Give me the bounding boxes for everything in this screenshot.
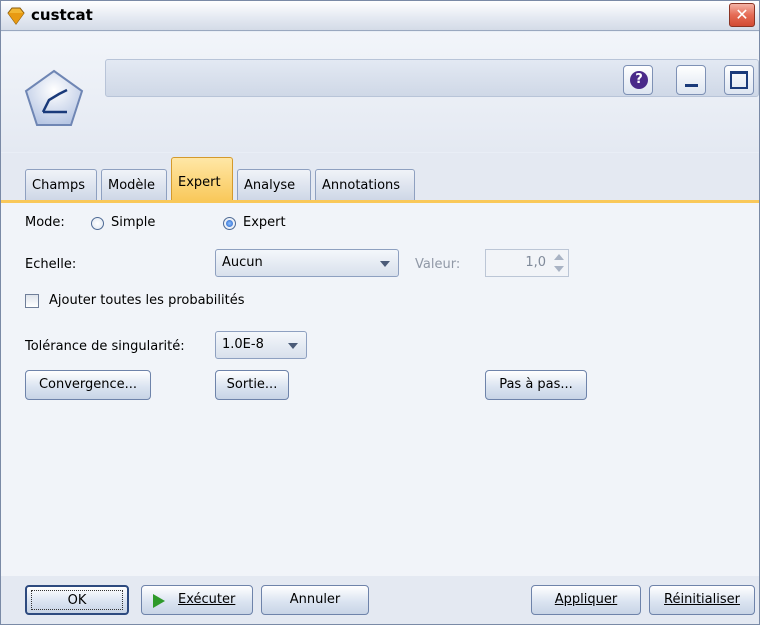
convergence-button[interactable]: Convergence... (25, 370, 151, 400)
minimize-icon (685, 84, 698, 87)
tab-expert[interactable]: Expert (171, 157, 233, 201)
value-spinner[interactable]: 1,0 (485, 249, 569, 277)
node-name-field[interactable] (105, 59, 759, 97)
tab-annotations[interactable]: Annotations (315, 169, 415, 201)
close-button[interactable]: ✕ (729, 3, 755, 27)
title-bar: custcat ✕ (1, 1, 759, 31)
spin-down-icon[interactable] (552, 263, 566, 275)
mode-expert-label: Expert (243, 215, 286, 230)
help-icon: ? (630, 71, 648, 89)
scale-label: Echelle: (25, 257, 77, 272)
ok-button[interactable]: OK (25, 585, 129, 615)
focus-ring (31, 590, 123, 610)
stepping-button[interactable]: Pas à pas... (485, 370, 587, 400)
node-header: ? (1, 32, 759, 152)
chevron-down-icon (288, 343, 298, 349)
singularity-label: Tolérance de singularité: (25, 339, 185, 354)
expert-panel: Mode: Simple Expert Echelle: Aucun Valeu… (1, 203, 759, 576)
reset-button-label: Réinitialiser (664, 592, 740, 607)
dialog-window: custcat ✕ ? Champs Modèle Expert Analyse… (0, 0, 760, 625)
close-icon: ✕ (735, 5, 749, 24)
singularity-select[interactable]: 1.0E-8 (215, 331, 307, 359)
mode-expert-radio[interactable] (223, 217, 236, 230)
tab-strip: Champs Modèle Expert Analyse Annotations (1, 153, 759, 201)
reset-button[interactable]: Réinitialiser (649, 585, 755, 615)
run-button-label: Exécuter (178, 592, 236, 607)
maximize-button[interactable] (724, 65, 754, 95)
tab-champs[interactable]: Champs (25, 169, 97, 201)
spin-up-icon[interactable] (552, 251, 566, 263)
add-probabilities-label: Ajouter toutes les probabilités (49, 293, 245, 308)
singularity-select-value: 1.0E-8 (222, 337, 264, 352)
scale-select[interactable]: Aucun (215, 249, 399, 277)
value-spinner-value: 1,0 (525, 255, 546, 270)
value-label: Valeur: (415, 257, 461, 272)
dialog-footer: OK Exécuter Annuler Appliquer Réinitiali… (1, 576, 759, 624)
cancel-button[interactable]: Annuler (261, 585, 369, 615)
play-icon (153, 594, 165, 608)
mode-label: Mode: (25, 215, 65, 230)
mode-simple-radio[interactable] (91, 217, 104, 230)
minimize-button[interactable] (676, 65, 706, 95)
window-title: custcat (31, 6, 93, 24)
apply-button[interactable]: Appliquer (531, 585, 641, 615)
output-button[interactable]: Sortie... (215, 370, 289, 400)
tab-modele[interactable]: Modèle (101, 169, 167, 201)
regression-node-icon (24, 69, 84, 126)
add-probabilities-checkbox[interactable] (25, 294, 39, 308)
maximize-icon (730, 71, 748, 89)
diamond-app-icon (7, 7, 25, 25)
help-button[interactable]: ? (623, 65, 653, 95)
scale-select-value: Aucun (222, 255, 263, 270)
chevron-down-icon (380, 261, 390, 267)
mode-simple-label: Simple (111, 215, 156, 230)
tab-analyse[interactable]: Analyse (237, 169, 311, 201)
apply-button-label: Appliquer (554, 592, 618, 607)
run-button[interactable]: Exécuter (141, 585, 253, 615)
